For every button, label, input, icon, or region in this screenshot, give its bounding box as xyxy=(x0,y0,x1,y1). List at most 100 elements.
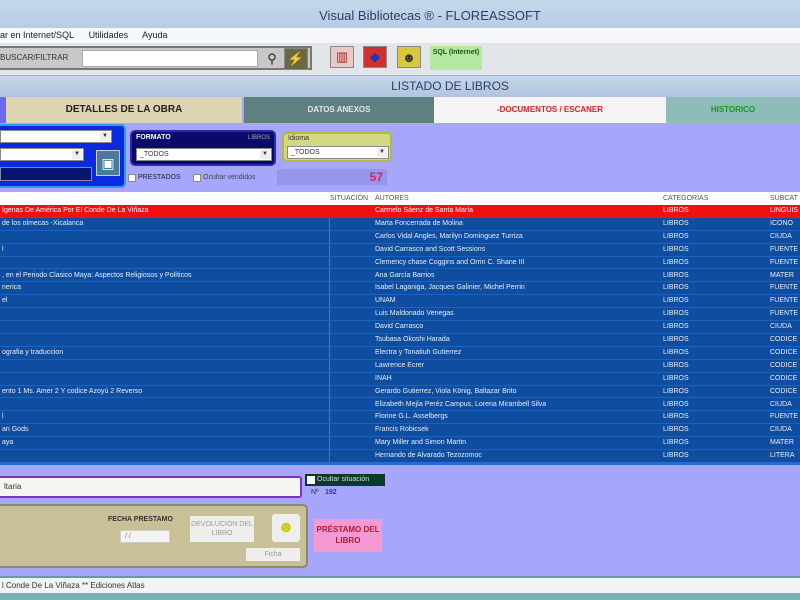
tab-historico[interactable]: HISTORICO xyxy=(666,97,800,123)
cell-subcategoria: MATER xyxy=(770,271,794,279)
tab-datos-anexos[interactable]: DATOS ANEXOS xyxy=(244,97,434,123)
cell-categoria: LIBROS xyxy=(663,284,689,292)
col-situacion[interactable]: SITUACIÓN xyxy=(330,192,368,205)
table-row[interactable]: an Gods Francis Robicsek LIBROS CIUDA xyxy=(0,424,800,438)
ocultar-situacion-label: Ocultar situación xyxy=(317,476,370,483)
cell-categoria: LIBROS xyxy=(663,323,689,331)
ocultar-vendidos-label: Ocultar vendidos xyxy=(203,174,256,181)
cell-subcategoria: FUENTE xyxy=(770,413,798,421)
formato-type: LIBROS xyxy=(247,135,270,141)
table-row[interactable]: Luis Maldonado Venegas LIBROS FUENTE xyxy=(0,308,800,322)
cell-subcategoria: CODICE xyxy=(770,348,798,356)
ocultar-situacion-checkbox[interactable] xyxy=(307,476,315,484)
cell-title: ografia y traduccion xyxy=(2,348,64,356)
table-row[interactable]: Tsubasa Okoshi Harada LIBROS CODICE xyxy=(0,334,800,347)
menu-utilidades[interactable]: Utilidades xyxy=(89,30,129,40)
table-row[interactable]: de los olmecas -Xicalanca Marta Foncerrad… xyxy=(0,218,800,231)
subcategory-select[interactable]: ▼ xyxy=(0,148,84,161)
cell-categoria: LIBROS xyxy=(663,219,689,227)
cell-categoria: LIBROS xyxy=(663,232,689,240)
menu-internet-sql[interactable]: ar en Internet/SQL xyxy=(0,30,74,40)
search-label: BUSCAR/FILTRAR xyxy=(0,53,69,62)
table-row[interactable]: ígenas De América Por El Conde De La Viñ… xyxy=(0,205,800,218)
table-bottom-border xyxy=(0,462,800,465)
binoculars-icon[interactable]: ⚲ xyxy=(260,48,284,70)
table-row[interactable]: David Carrasco LIBROS CIUDA xyxy=(0,321,800,334)
cell-autores: Marta Foncerrada de Molina xyxy=(375,219,463,227)
clear-filter-button[interactable]: ⚡ xyxy=(284,48,308,70)
prestados-checkbox[interactable] xyxy=(128,174,136,182)
menu-bar: ar en Internet/SQL Utilidades Ayuda xyxy=(0,28,800,43)
fecha-prestamo-label: FECHA PRESTAMO xyxy=(108,516,173,523)
cell-autores: Carmelo Sáenz de Santa María xyxy=(375,207,474,214)
window-title: Visual Bibliotecas ® - FLOREASSOFT xyxy=(319,8,541,23)
table-row[interactable]: ografia y traduccion Electra y Tonatiuh G… xyxy=(0,347,800,360)
cell-title: de los olmecas -Xicalanca xyxy=(2,219,84,227)
book-search-icon[interactable]: ▣ xyxy=(96,150,120,176)
categories-button[interactable]: ◆ xyxy=(363,46,387,68)
numero-value: 192 xyxy=(325,489,337,496)
table-row[interactable]: INAH LIBROS CODICE xyxy=(0,373,800,386)
cell-categoria: LIBROS xyxy=(663,245,689,253)
menu-ayuda[interactable]: Ayuda xyxy=(142,30,167,40)
col-autores[interactable]: AUTORES xyxy=(375,192,409,205)
record-count: 57 xyxy=(369,170,383,184)
cell-subcategoria: FUENTE xyxy=(770,297,798,305)
formato-select[interactable]: _TODOS ▼ xyxy=(136,148,272,161)
cell-autores: Gerardo Gutierrez, Viola König, Baltazar… xyxy=(375,387,517,395)
table-row[interactable]: l David Carrasco and Scott Sessions LIBROS… xyxy=(0,244,800,257)
prestamo-button[interactable]: PRÉSTAMO DEL LIBRO xyxy=(314,519,382,552)
users-icon[interactable]: ☻ xyxy=(272,514,300,542)
cell-title: l xyxy=(2,413,4,421)
ocultar-vendidos-checkbox[interactable] xyxy=(193,174,201,182)
search-input[interactable] xyxy=(82,50,258,67)
tab-documentos[interactable]: -DOCUMENTOS / ESCANER xyxy=(434,97,666,123)
cell-autores: Electra y Tonatiuh Gutierrez xyxy=(375,348,462,356)
table-row[interactable]: nerica Isabel Laganiga, Jacques Galinier,… xyxy=(0,282,800,296)
cell-autores: Carlos Vidal Angles, Marilyn Dominguez T… xyxy=(375,232,523,240)
users-button[interactable]: ☻ xyxy=(397,46,421,68)
col-categorias[interactable]: CATEGORIAS xyxy=(663,192,708,205)
cell-categoria: LIBROS xyxy=(663,426,689,434)
status-bar: l Conde De La Viñaza ** Ediciones Atlas xyxy=(0,576,800,593)
tab-detalles[interactable]: DETALLES DE LA OBRA xyxy=(6,97,242,123)
sql-internet-button[interactable]: SQL (Internet) xyxy=(430,46,482,70)
filter-text[interactable] xyxy=(0,167,92,181)
table-row[interactable]: Elizabeth Mejía Peréz Campus, Lorena Mir… xyxy=(0,399,800,412)
cell-subcategoria: CIUDA xyxy=(770,232,792,240)
cell-title: nerica xyxy=(2,284,22,292)
cell-title: el xyxy=(2,297,8,305)
category-select[interactable]: ▼ xyxy=(0,130,112,143)
table-row[interactable]: Lawrence Ecrer LIBROS CODICE xyxy=(0,360,800,373)
idioma-label: Idioma xyxy=(288,135,310,142)
title-field[interactable]: ltaria xyxy=(0,478,300,496)
idioma-select[interactable]: _TODOS ▼ xyxy=(287,146,389,159)
ficha-button[interactable]: Ficha xyxy=(246,548,300,561)
ocultar-situacion-toggle[interactable]: Ocultar situación xyxy=(305,474,385,486)
count-box: 57 xyxy=(277,169,387,185)
formato-value: _TODOS xyxy=(140,151,169,158)
table-row[interactable]: Carlos Vidal Angles, Marilyn Dominguez T… xyxy=(0,231,800,244)
table-row[interactable]: ento 1 Ms. Amer 2 Y codice Azoyú 2 Rever… xyxy=(0,386,800,399)
cell-subcategoria: MATER xyxy=(770,439,794,447)
cell-autores: INAH xyxy=(375,374,392,382)
cell-subcategoria: FUENTE xyxy=(770,258,798,266)
col-subcat[interactable]: SUBCAT xyxy=(770,192,798,205)
devolucion-button[interactable]: DEVOLUCIÓN DEL LIBRO xyxy=(190,516,254,542)
table-row[interactable]: Clemency chase Coggins and Orrin C. Shan… xyxy=(0,257,800,270)
table-row[interactable]: l Florine G.L. Asselbergs LIBROS FUENTE xyxy=(0,411,800,425)
cell-autores: Elizabeth Mejía Peréz Campus, Lorena Mir… xyxy=(375,400,547,408)
cell-title: , en el Periodo Clasico Maya: Aspectos R… xyxy=(2,271,192,279)
table-row[interactable]: aya Mary Miller and Simon Martin LIBROS MAT… xyxy=(0,437,800,451)
books-button[interactable]: ▥ xyxy=(330,46,354,68)
cell-autores: Francis Robicsek xyxy=(375,426,429,434)
cell-subcategoria: LINGUIS xyxy=(770,207,799,214)
fecha-prestamo-input[interactable]: / / xyxy=(120,530,170,543)
list-title: LISTADO DE LIBROS xyxy=(0,76,800,97)
cell-autores: Luis Maldonado Venegas xyxy=(375,310,454,318)
table-row[interactable]: , en el Periodo Clasico Maya: Aspectos R… xyxy=(0,270,800,283)
cell-subcategoria: CIUDA xyxy=(770,426,792,434)
prestados-label: PRESTADOS xyxy=(138,174,181,181)
table-row[interactable]: el UNAM LIBROS FUENTE xyxy=(0,295,800,309)
cell-categoria: LIBROS xyxy=(663,361,689,369)
